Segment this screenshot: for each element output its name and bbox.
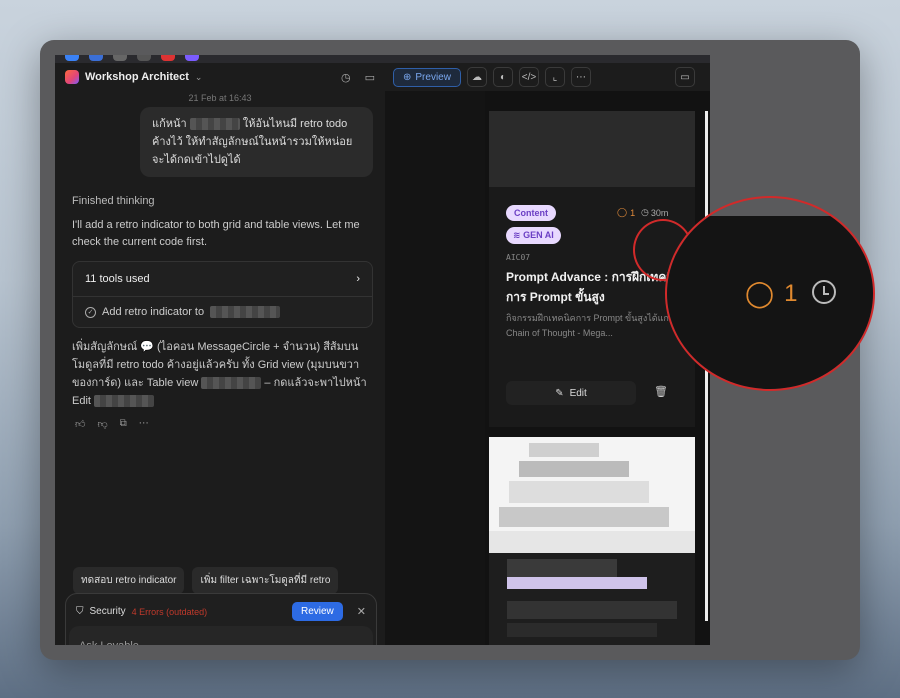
history-icon[interactable]: ◷ (341, 71, 351, 84)
user-message: แก้หน้า ให้อันไหนมี retro todo ค้างไว้ ใ… (140, 107, 373, 177)
security-panel: ⛉ Security 4 Errors (outdated) Review ✕ … (65, 593, 377, 645)
suggestion-chip[interactable]: ทดสอบ retro indicator (73, 567, 185, 594)
check-circle-icon: ✓ (85, 306, 96, 318)
message-timestamp: 21 Feb at 16:43 (188, 93, 252, 103)
duration-label: 30m (650, 207, 669, 218)
chat-input[interactable]: Ask Lovable... (69, 626, 373, 645)
suggestion-chips: ทดสอบ retro indicator เพิ่ม filter เฉพาะ… (73, 567, 339, 594)
tab-icon[interactable] (161, 55, 175, 61)
redacted-text (210, 306, 281, 318)
close-icon[interactable]: ✕ (357, 605, 366, 618)
blurred-card-body (489, 553, 695, 645)
pencil-icon: ✎ (555, 387, 564, 399)
user-message-text-1: แก้หน้า (152, 118, 187, 130)
sidebar-toggle-icon[interactable]: ▭ (365, 71, 375, 84)
message-circle-icon: ◯ (617, 207, 628, 217)
globe-icon: ⊕ (403, 71, 412, 83)
tool-step-row: ✓ Add retro indicator to (73, 297, 372, 327)
chat-header: Workshop Architect ⌄ ◷ ▭ (55, 63, 385, 91)
suggestion-chip[interactable]: เพิ่ม filter เฉพาะโมดูลที่มี retro (192, 567, 339, 594)
edit-button[interactable]: ✎ Edit (506, 381, 636, 405)
tab-icon[interactable] (137, 55, 151, 61)
retro-indicator[interactable]: ◯ 1 (617, 207, 635, 218)
layers-icon: ≋ (513, 230, 521, 240)
card-cover-image (489, 111, 695, 187)
assistant-reply-2: เพิ่มสัญลักษณ์ 💬 (ไอคอน MessageCircle + … (72, 338, 373, 410)
message-actions: 👍︎ 👎︎ ⧉ ⋯ (75, 418, 385, 430)
review-button[interactable]: Review (291, 602, 343, 621)
tab-icon[interactable] (89, 55, 103, 61)
redacted-text (94, 395, 155, 408)
duration: ◷ 30m (641, 207, 668, 218)
module-code: AIC07 (506, 253, 531, 262)
browser-tab-strip (55, 55, 710, 63)
preview-toolbar: ⊕ Preview ☁ ◐ </> ⌞ ⋯ ▭ (385, 63, 710, 91)
zoom-retro-indicator: ◯ 1 (745, 278, 797, 309)
preview-sidebar (385, 91, 485, 645)
thumbs-down-icon[interactable]: 👎︎ (97, 418, 107, 430)
tools-used-row[interactable]: 11 tools used › (73, 262, 372, 297)
tools-used-label: 11 tools used (85, 273, 150, 285)
gen-ai-badge: ≋ GEN AI (506, 227, 561, 244)
message-circle-icon: ◯ (745, 278, 775, 308)
tools-panel: 11 tools used › ✓ Add retro indicator to (72, 261, 373, 328)
content-badge: Content (506, 205, 556, 221)
edit-label: Edit (569, 387, 587, 399)
redacted-text (201, 377, 262, 390)
shield-icon: ⛉ (76, 606, 84, 617)
assistant-reply: I'll add a retro indicator to both grid … (72, 219, 360, 248)
code-icon[interactable]: </> (518, 67, 539, 87)
tab-icon[interactable] (185, 55, 199, 61)
preview-button[interactable]: ⊕ Preview (393, 67, 461, 87)
security-label: Security (89, 606, 126, 617)
clock-icon (812, 280, 836, 304)
redacted-text (189, 118, 240, 131)
preview-label: Preview (415, 71, 451, 83)
palette-icon[interactable]: ◐ (492, 67, 513, 87)
more-icon[interactable]: ⋯ (139, 418, 149, 430)
security-errors: 4 Errors (outdated) (131, 606, 208, 617)
lovable-logo-icon (65, 70, 79, 84)
chevron-right-icon: › (356, 273, 360, 285)
retro-count: 1 (630, 207, 636, 218)
cloud-icon[interactable]: ☁ (466, 67, 487, 87)
blurred-card-thumbnail (489, 437, 695, 553)
tab-icon[interactable] (113, 55, 127, 61)
gen-ai-label: GEN AI (523, 230, 554, 240)
clock-icon: ◷ (641, 207, 649, 217)
more-icon[interactable]: ⋯ (570, 67, 591, 87)
project-name[interactable]: Workshop Architect (85, 71, 189, 83)
tab-icon[interactable] (65, 55, 79, 61)
trash-icon[interactable]: 🗑︎ (654, 385, 668, 398)
thinking-status[interactable]: Finished thinking (72, 195, 385, 207)
screen: Workshop Architect ⌄ ◷ ▭ 21 Feb at 16:43… (55, 55, 710, 645)
preview-area: Content ≋ GEN AI ◯ 1 ◷ 30m AIC07 Prompt … (385, 91, 710, 645)
desktop-icon[interactable]: ▭ (674, 67, 695, 87)
copy-icon[interactable]: ⧉ (120, 418, 127, 430)
zoom-callout: ◯ 1 (665, 196, 875, 391)
tool-step-label: Add retro indicator to (102, 306, 205, 318)
chart-icon[interactable]: ⌞ (544, 67, 565, 87)
chat-panel: Workshop Architect ⌄ ◷ ▭ 21 Feb at 16:43… (55, 63, 385, 645)
zoom-retro-count: 1 (784, 279, 798, 307)
module-description: กิจกรรมฝึกเทคนิคการ Prompt ขั้นสูงได้แก่… (506, 313, 675, 338)
thumbs-up-icon[interactable]: 👍︎ (75, 418, 85, 430)
chevron-down-icon[interactable]: ⌄ (195, 72, 203, 83)
